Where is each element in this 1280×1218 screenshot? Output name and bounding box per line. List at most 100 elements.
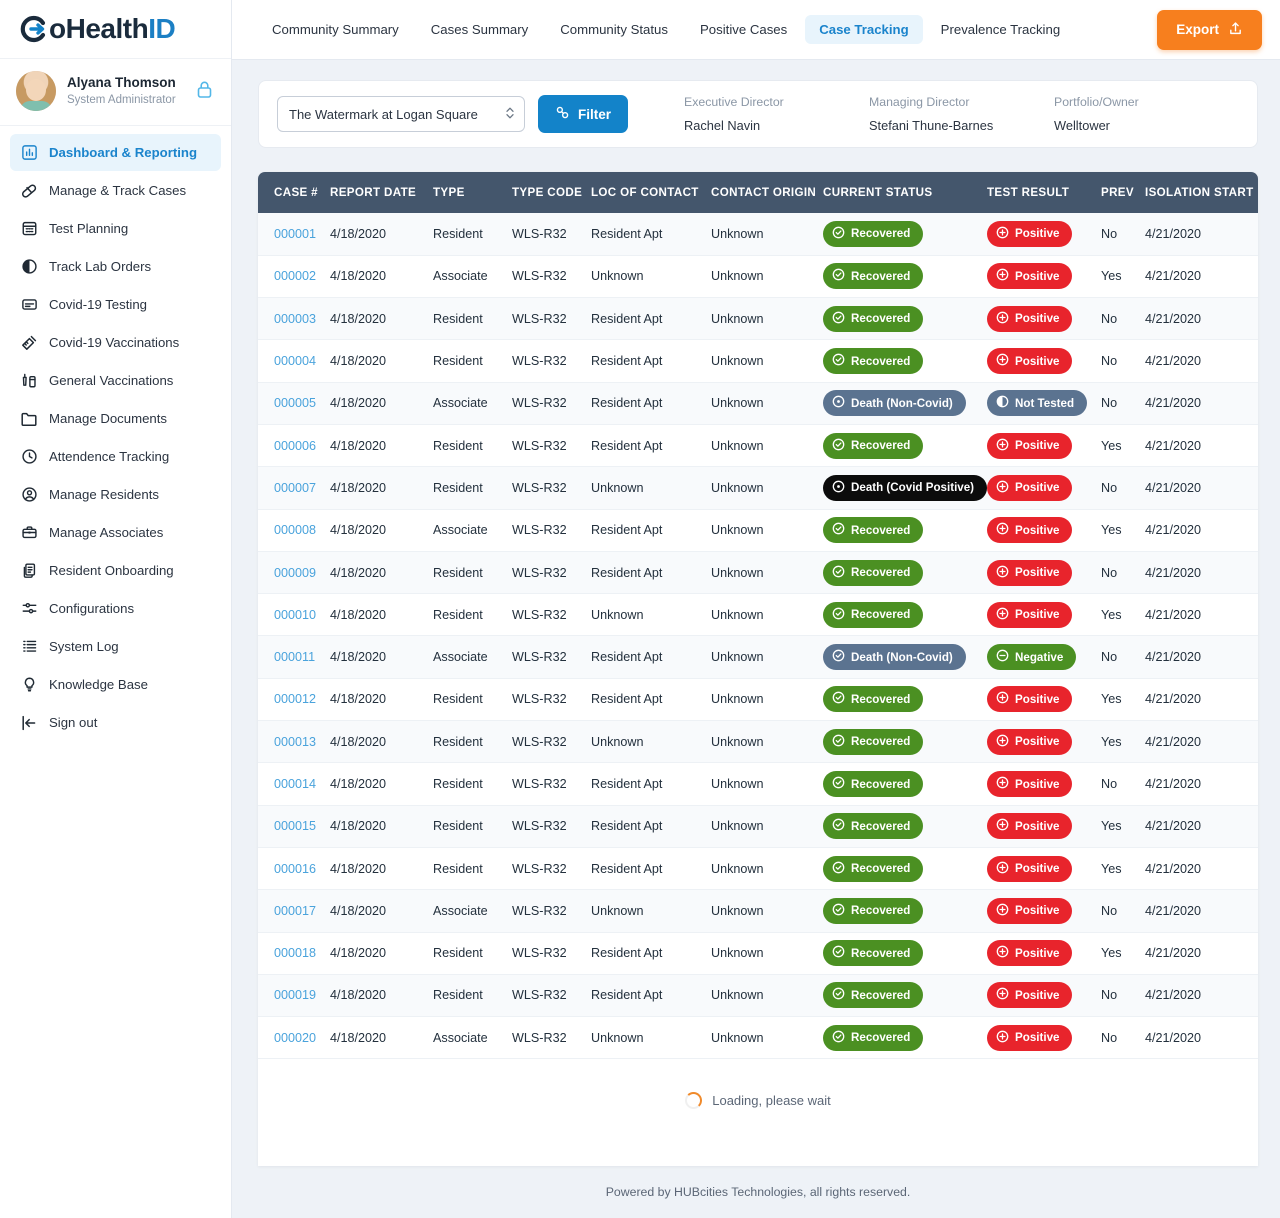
case-link[interactable]: 000011 (274, 650, 315, 664)
cell-prev: Yes (1101, 692, 1122, 707)
table-row[interactable]: 000006 4/18/2020 Resident WLS-R32 Resident A… (258, 424, 1258, 467)
sidebar-item-configurations[interactable]: Configurations (10, 590, 221, 627)
tab-prevalence-tracking[interactable]: Prevalence Tracking (927, 15, 1074, 44)
table-row[interactable]: 000008 4/18/2020 Associate WLS-R32 Resident … (258, 509, 1258, 552)
cell-isolation-start: 4/21/2020 (1145, 396, 1202, 411)
sidebar-item-general-vaccinations[interactable]: General Vaccinations (10, 362, 221, 399)
export-button[interactable]: Export (1157, 9, 1262, 50)
app-logo[interactable]: o Health ID (0, 0, 231, 59)
case-link[interactable]: 000007 (274, 481, 316, 495)
table-row[interactable]: 000019 4/18/2020 Resident WLS-R32 Resident A… (258, 974, 1258, 1017)
table-row[interactable]: 000017 4/18/2020 Associate WLS-R32 Unknown Un… (258, 889, 1258, 933)
tab-community-status[interactable]: Community Status (546, 15, 682, 44)
cell-type-code: WLS-R32 (512, 734, 567, 749)
status-badge-label: Recovered (851, 608, 911, 622)
table-row[interactable]: 000007 4/18/2020 Resident WLS-R32 Unknown Unk… (258, 466, 1258, 510)
case-link[interactable]: 000013 (274, 735, 316, 749)
case-link[interactable]: 000008 (274, 523, 316, 537)
table-row[interactable]: 000012 4/18/2020 Resident WLS-R32 Resident A… (258, 678, 1258, 721)
table-row[interactable]: 000009 4/18/2020 Resident WLS-R32 Resident A… (258, 551, 1258, 594)
table-row[interactable]: 000004 4/18/2020 Resident WLS-R32 Resident A… (258, 339, 1258, 383)
sidebar-item-knowledge-base[interactable]: Knowledge Base (10, 666, 221, 703)
column-header-type[interactable]: TYPE (433, 172, 512, 213)
table-row[interactable]: 000011 4/18/2020 Associate WLS-R32 Resident … (258, 635, 1258, 679)
case-link[interactable]: 000018 (274, 946, 316, 960)
table-row[interactable]: 000001 4/18/2020 Resident WLS-R32 Resident A… (258, 213, 1258, 256)
case-link[interactable]: 000001 (274, 227, 316, 241)
sidebar-item-covid-19-vaccinations[interactable]: Covid-19 Vaccinations (10, 324, 221, 361)
half-circle-icon (996, 395, 1009, 411)
table-row[interactable]: 000014 4/18/2020 Resident WLS-R32 Resident A… (258, 762, 1258, 806)
test-result-label: Positive (1015, 988, 1060, 1002)
table-row[interactable]: 000002 4/18/2020 Associate WLS-R32 Unknown Un… (258, 255, 1258, 298)
column-header-test-result[interactable]: TEST RESULT (987, 172, 1101, 213)
sidebar-item-resident-onboarding[interactable]: Resident Onboarding (10, 552, 221, 589)
community-select[interactable]: The Watermark at Logan Square (277, 96, 525, 132)
case-link[interactable]: 000004 (274, 354, 316, 368)
case-link[interactable]: 000006 (274, 439, 316, 453)
sidebar-item-label: System Log (49, 639, 119, 654)
status-badge: Recovered (823, 771, 924, 797)
column-header-current-status[interactable]: CURRENT STATUS (823, 172, 987, 213)
sidebar-item-covid-19-testing[interactable]: Covid-19 Testing (10, 286, 221, 323)
column-header-isolation-start[interactable]: ISOLATION START (1145, 172, 1258, 213)
table-row[interactable]: 000018 4/18/2020 Resident WLS-R32 Resident A… (258, 932, 1258, 975)
case-link[interactable]: 000016 (274, 862, 316, 876)
sidebar-item-attendence-tracking[interactable]: Attendence Tracking (10, 438, 221, 475)
tab-community-summary[interactable]: Community Summary (258, 15, 413, 44)
cell-isolation-start: 4/21/2020 (1145, 438, 1202, 453)
table-row[interactable]: 000013 4/18/2020 Resident WLS-R32 Unknown Unk… (258, 720, 1258, 763)
sidebar-item-track-lab-orders[interactable]: Track Lab Orders (10, 248, 221, 285)
column-header-loc-of-contact[interactable]: LOC OF CONTACT (591, 172, 711, 213)
column-header-report-date[interactable]: REPORT DATE (330, 172, 433, 213)
sidebar-item-sign-out[interactable]: Sign out (10, 704, 221, 741)
case-link[interactable]: 000014 (274, 777, 316, 791)
table-row[interactable]: 000015 4/18/2020 Resident WLS-R32 Resident A… (258, 805, 1258, 848)
case-link[interactable]: 000017 (274, 904, 316, 918)
table-row[interactable]: 000010 4/18/2020 Resident WLS-R32 Unknown Unk… (258, 593, 1258, 636)
footer: Powered by HUBcities Technologies, all r… (258, 1166, 1258, 1218)
column-header-type-code[interactable]: TYPE CODE (512, 172, 591, 213)
tab-positive-cases[interactable]: Positive Cases (686, 15, 801, 44)
cell-case-number: 000019 (258, 974, 330, 1016)
table-row[interactable]: 000016 4/18/2020 Resident WLS-R32 Resident A… (258, 847, 1258, 890)
sidebar-item-manage-associates[interactable]: Manage Associates (10, 514, 221, 551)
sidebar-item-manage-residents[interactable]: Manage Residents (10, 476, 221, 513)
footer-text: Powered by HUBcities Technologies, all r… (605, 1185, 911, 1199)
case-link[interactable]: 000009 (274, 566, 316, 580)
case-link[interactable]: 000015 (274, 819, 316, 833)
table-head: CASE # REPORT DATE TYPE TYPE CODE LOC OF CON… (258, 172, 1258, 213)
column-header-contact-origin[interactable]: CONTACT ORIGIN (711, 172, 823, 213)
documents-icon (18, 562, 40, 579)
cell-loc-of-contact: Resident Apt (591, 988, 663, 1003)
sidebar-item-system-log[interactable]: System Log (10, 628, 221, 665)
case-link[interactable]: 000010 (274, 608, 316, 622)
meta-label: Executive Director (684, 95, 784, 109)
table-row[interactable]: 000005 4/18/2020 Associate WLS-R32 Resident … (258, 382, 1258, 425)
check-circle-icon (832, 776, 845, 792)
lock-icon[interactable] (196, 80, 213, 104)
case-link[interactable]: 000005 (274, 396, 316, 410)
sidebar-item-test-planning[interactable]: Test Planning (10, 210, 221, 247)
case-link[interactable]: 000020 (274, 1031, 316, 1045)
table-row[interactable]: 000020 4/18/2020 Associate WLS-R32 Unknown Un… (258, 1016, 1258, 1059)
case-link[interactable]: 000002 (274, 269, 316, 283)
sidebar-item-manage-track-cases[interactable]: Manage & Track Cases (10, 172, 221, 209)
test-result-badge: Positive (987, 686, 1073, 713)
filter-card: The Watermark at Logan Square Filter Exe… (258, 80, 1258, 148)
cell-type: Associate (433, 1030, 488, 1045)
user-profile[interactable]: Alyana Thomson System Administrator (0, 59, 231, 126)
table-row[interactable]: 000003 4/18/2020 Resident WLS-R32 Resident A… (258, 297, 1258, 340)
case-link[interactable]: 000019 (274, 988, 316, 1002)
sidebar-item-dashboard-reporting[interactable]: Dashboard & Reporting (10, 134, 221, 171)
sidebar-item-manage-documents[interactable]: Manage Documents (10, 400, 221, 437)
filter-button[interactable]: Filter (537, 95, 628, 133)
column-header-case[interactable]: CASE # (258, 172, 330, 213)
tab-case-tracking[interactable]: Case Tracking (805, 15, 923, 44)
case-link[interactable]: 000012 (274, 692, 316, 706)
cell-contact-origin: Unknown (711, 311, 764, 326)
case-link[interactable]: 000003 (274, 312, 316, 326)
column-header-prev[interactable]: PREV (1101, 172, 1145, 213)
cell-current-status: Recovered (823, 932, 987, 974)
tab-cases-summary[interactable]: Cases Summary (417, 15, 542, 44)
